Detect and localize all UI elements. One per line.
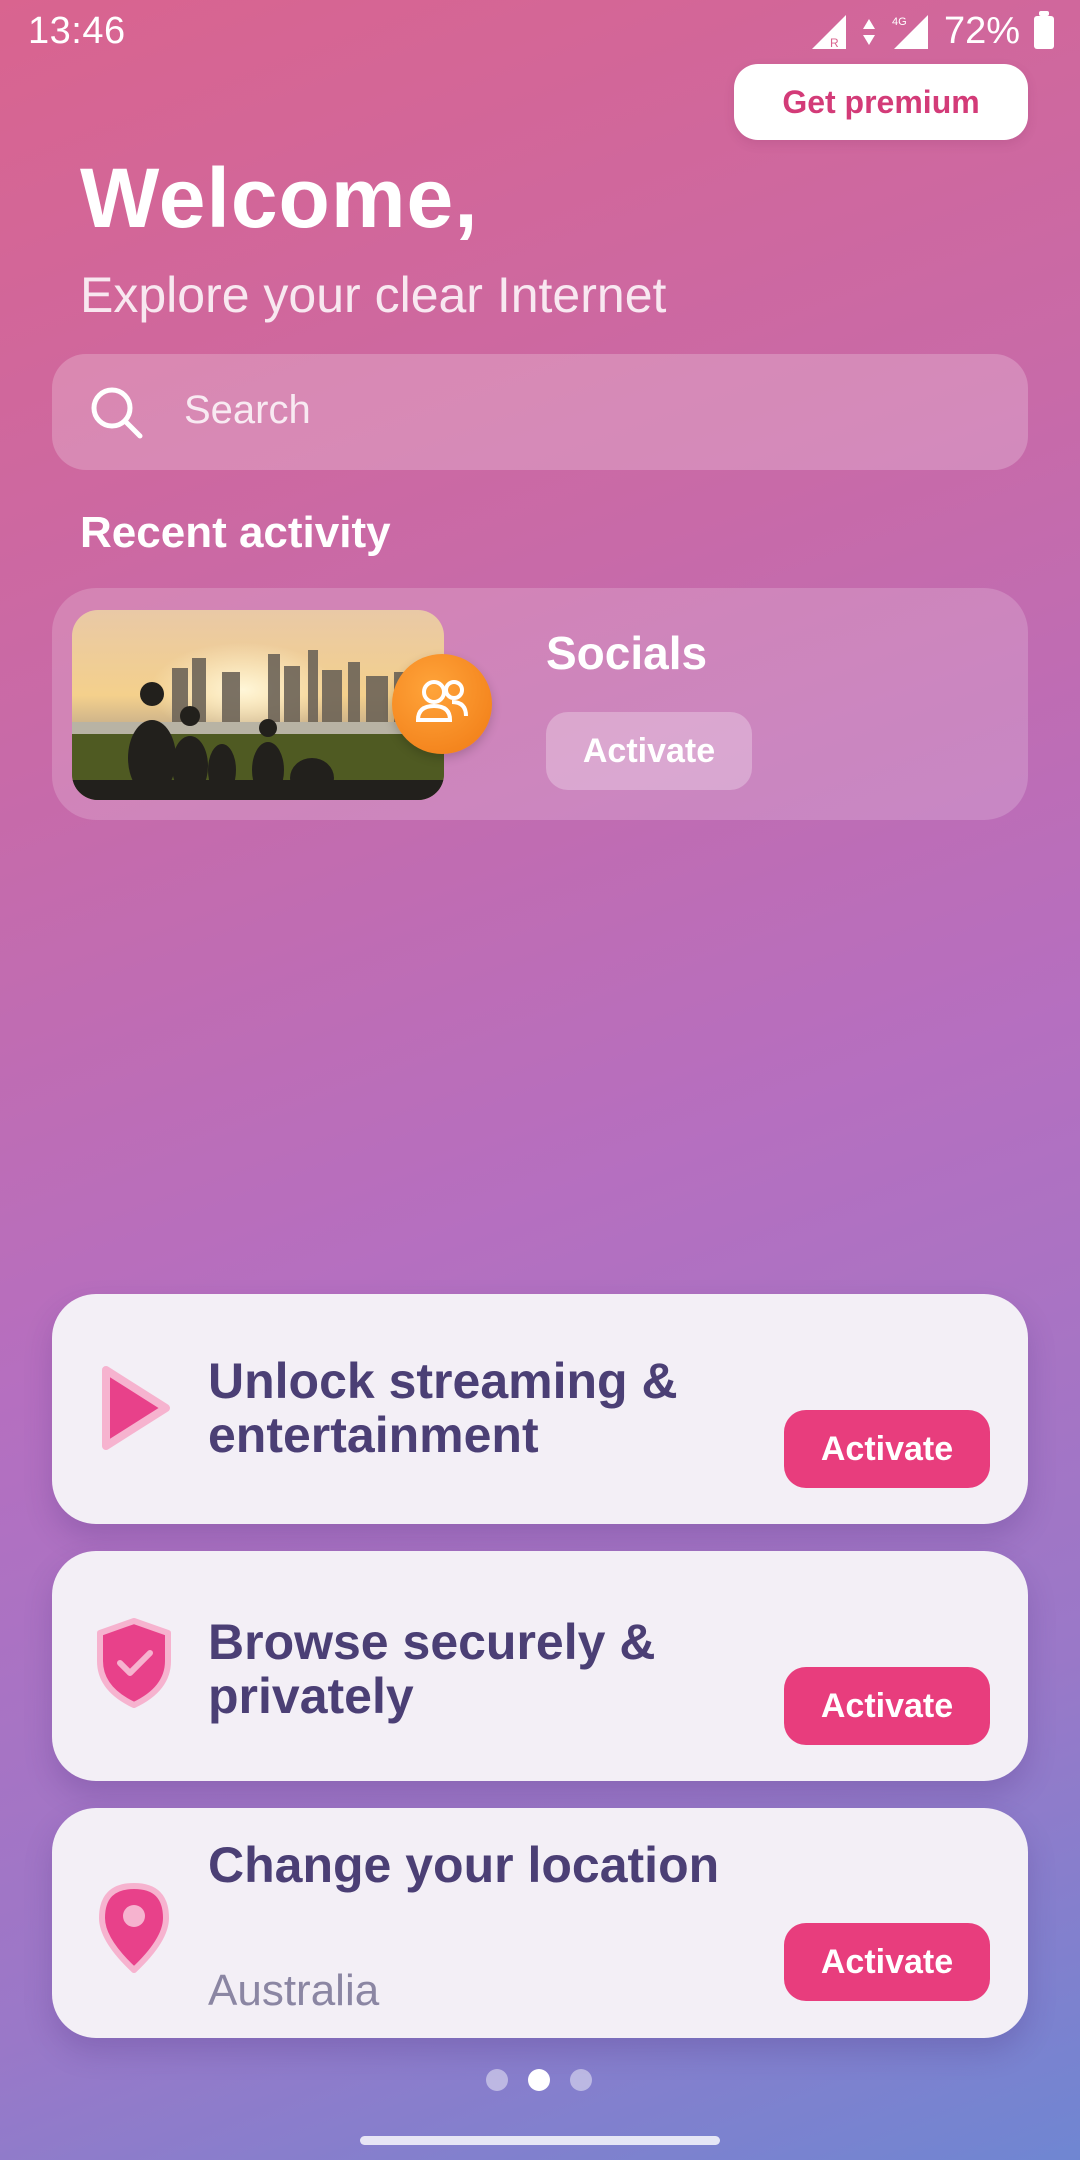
socials-thumbnail-image	[72, 610, 444, 800]
battery-percentage: 72%	[943, 10, 1020, 52]
shield-check-icon	[97, 1618, 171, 1708]
socials-activate-button[interactable]: Activate	[546, 712, 752, 790]
socials-badge	[392, 654, 492, 754]
status-time: 13:46	[28, 10, 126, 52]
location-activate-button[interactable]: Activate	[784, 1923, 990, 2001]
welcome-subtitle: Explore your clear Internet	[80, 267, 667, 323]
battery-icon	[1034, 10, 1054, 49]
streaming-feature-card[interactable]: Unlock streaming & entertainment Activat…	[52, 1294, 1028, 1524]
gesture-navigation-bar[interactable]	[360, 2136, 720, 2145]
secure-browsing-feature-card[interactable]: Browse securely & privately Activate	[52, 1551, 1028, 1781]
location-feature-title: Change your location	[208, 1837, 720, 1893]
recent-activity-card[interactable]: Socials Activate	[52, 588, 1028, 820]
search-placeholder: Search	[184, 388, 311, 432]
page-dot[interactable]	[570, 2069, 592, 2091]
data-arrows-icon	[862, 18, 875, 45]
streaming-activate-button[interactable]: Activate	[784, 1410, 990, 1488]
current-location-text: Australia	[208, 1966, 380, 2015]
secure-browsing-activate-button[interactable]: Activate	[784, 1667, 990, 1745]
status-bar: 13:46 R 4G 72%	[0, 0, 1080, 64]
svg-text:R: R	[830, 36, 839, 50]
socials-label: Socials	[546, 627, 708, 679]
svg-text:4G: 4G	[892, 16, 907, 28]
page-dot-active[interactable]	[528, 2069, 550, 2091]
play-icon	[102, 1366, 170, 1450]
search-icon	[91, 387, 143, 439]
users-icon	[415, 680, 468, 722]
page-dot[interactable]	[486, 2069, 508, 2091]
recent-activity-heading: Recent activity	[80, 508, 391, 557]
welcome-title: Welcome,	[80, 151, 479, 245]
location-pin-icon	[99, 1883, 169, 1973]
secure-browsing-feature-title: Browse securely & privately	[208, 1614, 656, 1724]
status-icons: R 4G 72%	[808, 10, 1054, 53]
signal-roaming-icon: R	[811, 14, 846, 50]
streaming-feature-title: Unlock streaming & entertainment	[208, 1353, 678, 1463]
get-premium-button[interactable]: Get premium	[734, 64, 1028, 140]
location-feature-card[interactable]: Change your location Australia Activate	[52, 1808, 1028, 2038]
search-input[interactable]: Search	[52, 354, 1028, 470]
signal-4g-icon: 4G	[892, 14, 928, 49]
pagination-dots	[486, 2066, 594, 2094]
